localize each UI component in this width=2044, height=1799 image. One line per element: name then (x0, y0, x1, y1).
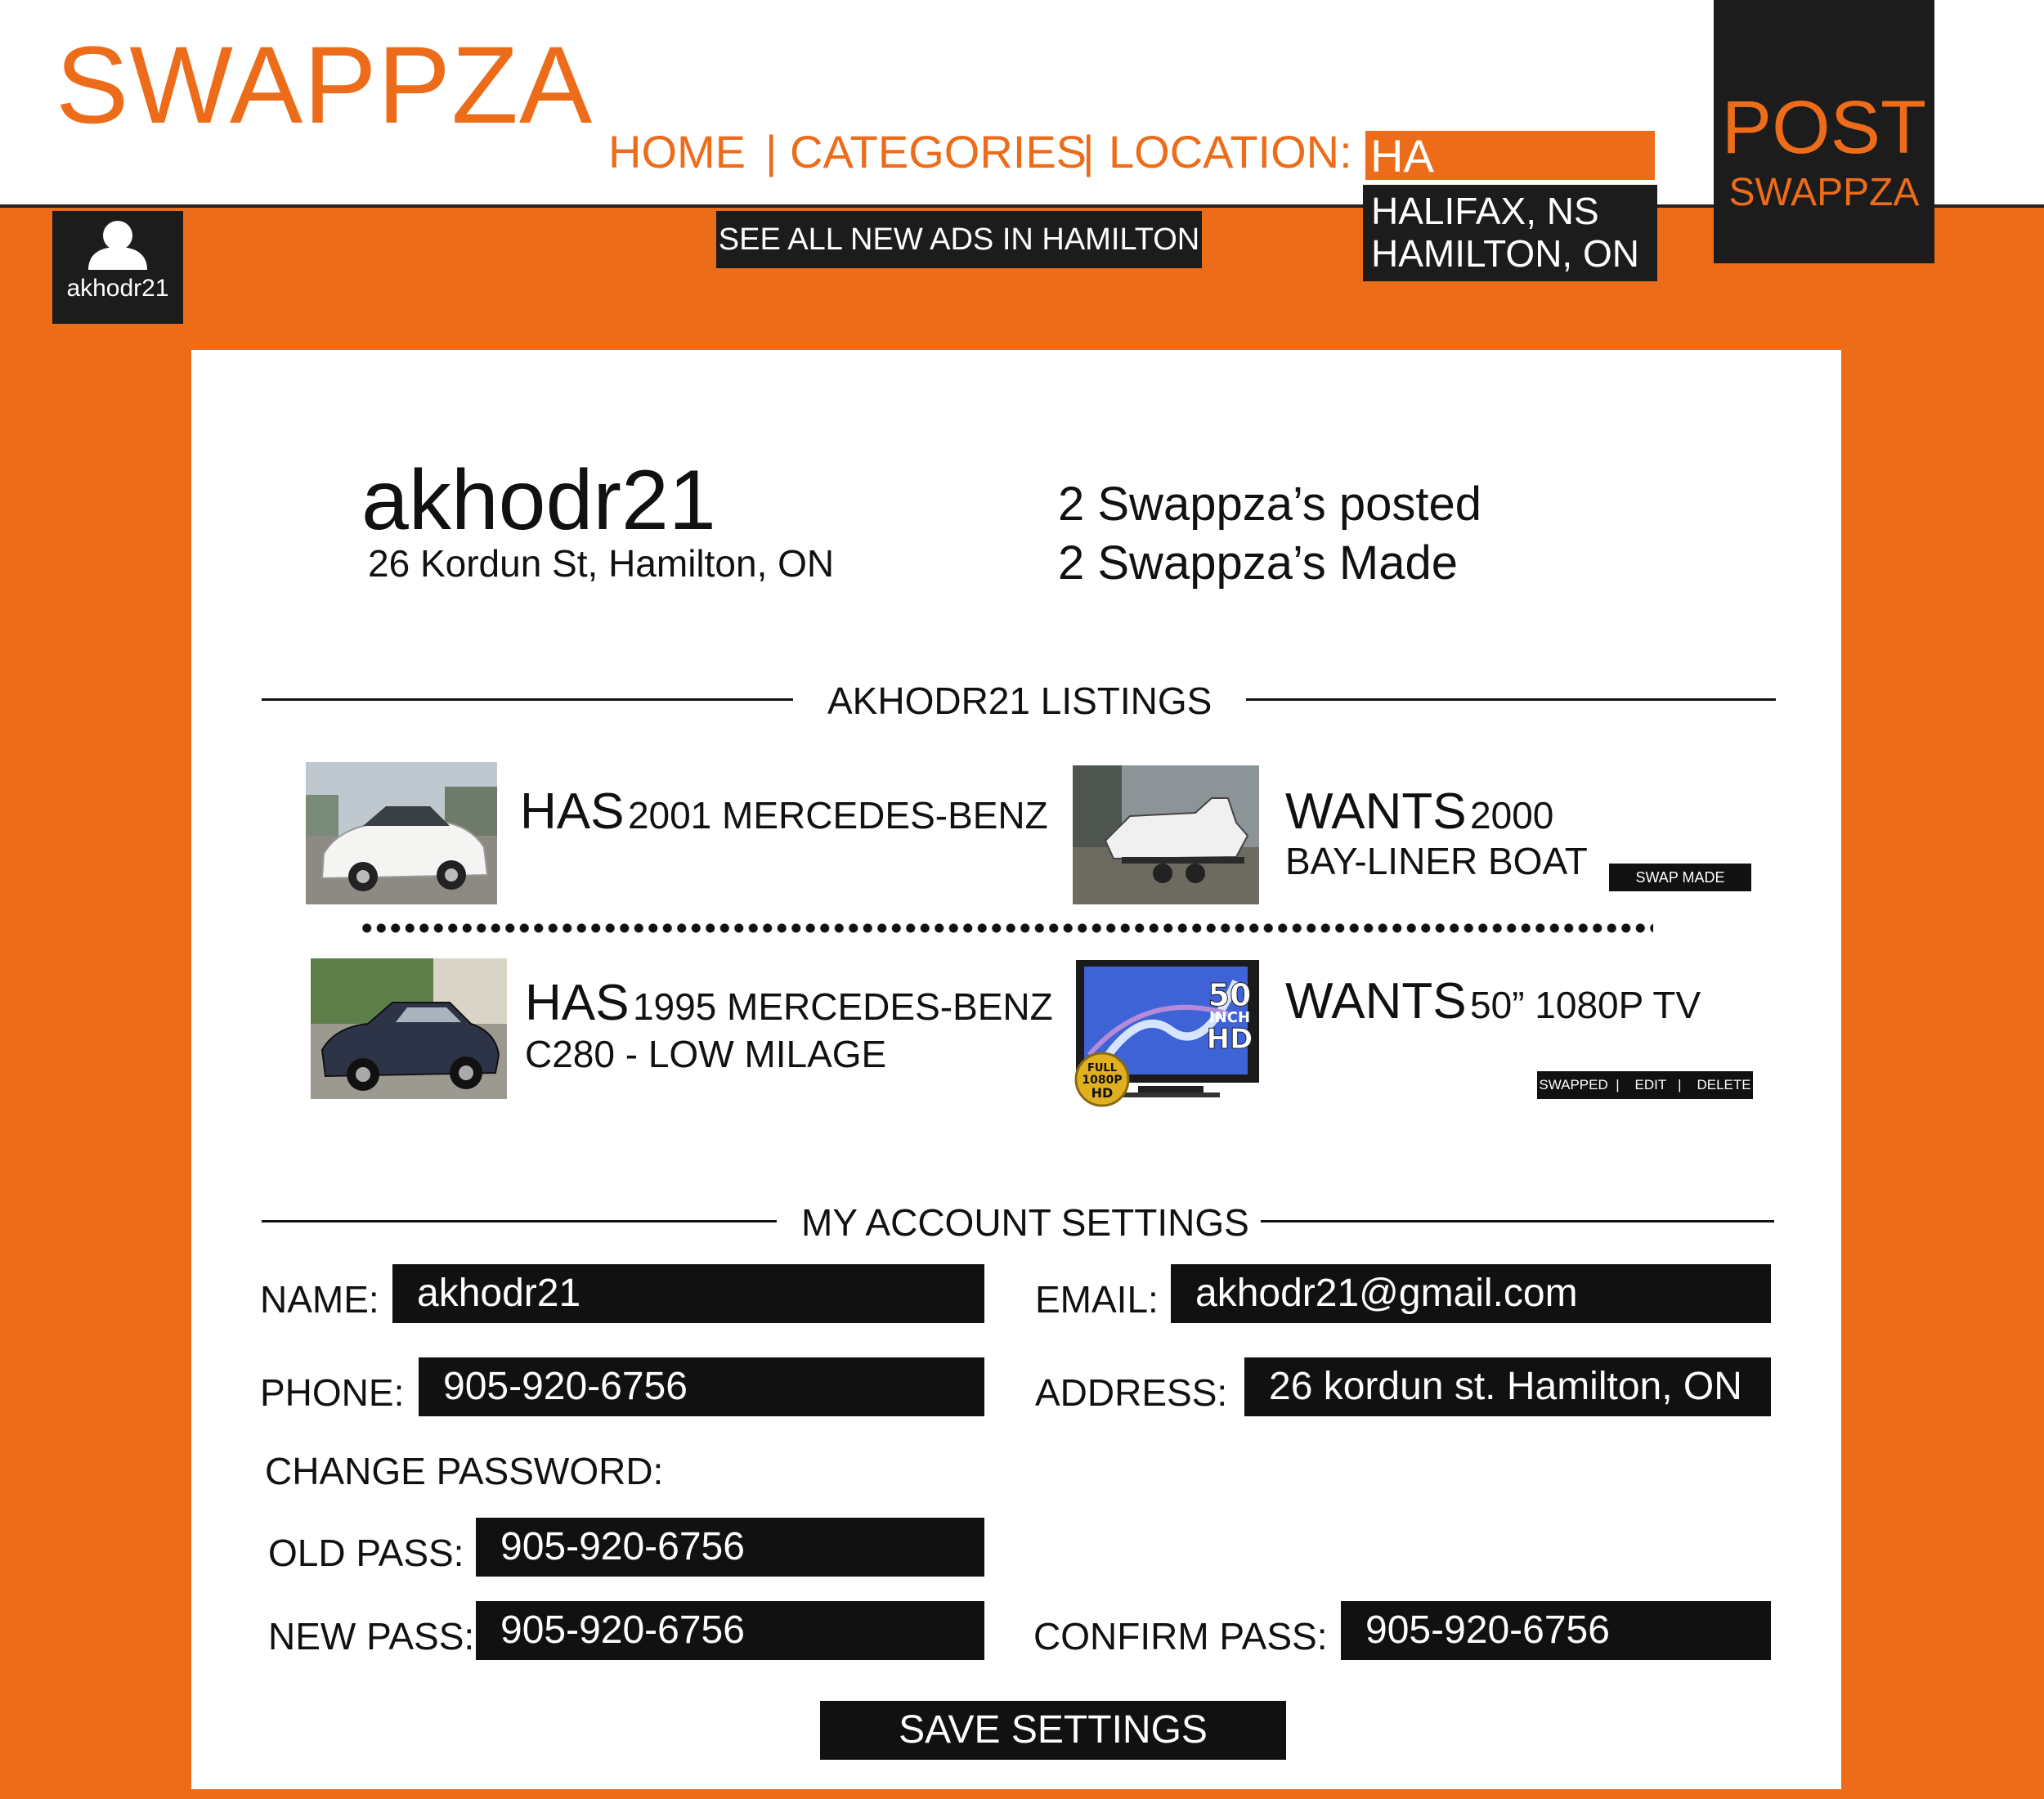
name-field[interactable]: akhodr21 (392, 1264, 984, 1323)
listing-1-has-title: 2001 MERCEDES-BENZ (627, 794, 1048, 837)
swap-made-badge: SWAP MADE (1609, 864, 1751, 891)
old-password-field[interactable]: 905-920-6756 (476, 1518, 984, 1577)
settings-title: MY ACCOUNT SETTINGS (801, 1201, 1249, 1244)
listing-2-wants-title: 50” 1080P TV (1470, 984, 1701, 1026)
listing-2-has-title-line2: C280 - LOW MILAGE (525, 1033, 887, 1075)
listing-1-wants-photo[interactable] (1073, 765, 1259, 904)
wants-label: WANTS (1285, 973, 1467, 1030)
action-separator: | (1670, 1077, 1693, 1092)
phone-field[interactable]: 905-920-6756 (419, 1357, 984, 1416)
tv-photo-icon: 50 INCH HD FULL 1080P HD (1073, 957, 1264, 1107)
address-label: ADDRESS: (1035, 1371, 1228, 1414)
listing-1-wants: WANTS 2000 (1285, 787, 1553, 837)
listing-2-has: HAS 1995 MERCEDES-BENZ (525, 978, 1053, 1029)
location-option-hamilton[interactable]: HAMILTON, ON (1371, 232, 1649, 275)
tv-badge-50: 50 (1208, 977, 1252, 1013)
delete-action[interactable]: DELETE (1697, 1077, 1750, 1092)
action-separator: | (1611, 1077, 1631, 1092)
tv-badge-hd: HD (1207, 1023, 1253, 1056)
listing-2-has-photo[interactable] (311, 958, 507, 1099)
post-button-sublabel: SWAPPZA (1728, 171, 1920, 214)
swapped-action[interactable]: SWAPPED (1539, 1077, 1607, 1092)
listing-1-has-photo[interactable] (306, 762, 497, 904)
has-label: HAS (520, 783, 625, 840)
car-photo-icon (311, 958, 507, 1099)
nav-separator: | (765, 126, 778, 177)
location-input[interactable]: HA (1363, 128, 1657, 182)
swappzas-made-count: 2 Swappza’s Made (1058, 536, 1459, 590)
listing-separator (360, 922, 1653, 934)
confirm-password-label: CONFIRM PASS: (1033, 1615, 1328, 1658)
see-all-ads-button[interactable]: SEE ALL NEW ADS IN HAMILTON (716, 211, 1202, 268)
site-logo[interactable]: SWAPPZA (56, 31, 593, 141)
new-password-field[interactable]: 905-920-6756 (476, 1601, 984, 1660)
wants-label: WANTS (1285, 783, 1467, 840)
car-photo-icon (306, 762, 497, 904)
nav-categories[interactable]: CATEGORIES (790, 129, 1087, 175)
address-field[interactable]: 26 kordun st. Hamilton, ON (1244, 1357, 1771, 1416)
divider (262, 1220, 777, 1223)
nav-location-label: LOCATION: (1109, 126, 1352, 177)
nav-home[interactable]: HOME (608, 129, 746, 175)
name-label: NAME: (260, 1278, 379, 1321)
confirm-password-field[interactable]: 905-920-6756 (1341, 1601, 1771, 1660)
location-dropdown[interactable]: HALIFAX, NS HAMILTON, ON (1363, 185, 1657, 281)
user-menu[interactable]: akhodr21 (52, 211, 183, 324)
location-option-halifax[interactable]: HALIFAX, NS (1371, 190, 1649, 232)
post-button-label: POST (1721, 86, 1927, 169)
tv-seal-hd: HD (1091, 1085, 1114, 1101)
divider (1261, 1220, 1774, 1223)
user-avatar-icon (88, 221, 147, 270)
listing-2-wants-photo[interactable]: 50 INCH HD FULL 1080P HD (1073, 957, 1264, 1107)
listing-1-has: HAS 2001 MERCEDES-BENZ (520, 787, 1048, 837)
divider (262, 698, 793, 701)
profile-address: 26 Kordun St, Hamilton, ON (368, 542, 835, 585)
divider (1246, 698, 1776, 701)
phone-label: PHONE: (260, 1371, 405, 1414)
listings-title: AKHODR21 LISTINGS (827, 680, 1213, 722)
user-chip-name: akhodr21 (66, 275, 169, 302)
swappzas-posted-count: 2 Swappza’s posted (1058, 478, 1482, 531)
has-label: HAS (525, 975, 630, 1031)
new-password-label: NEW PASS: (268, 1615, 475, 1658)
email-label: EMAIL: (1035, 1278, 1159, 1321)
listing-1-wants-title-line2: BAY-LINER BOAT (1285, 840, 1588, 882)
profile-username: akhodr21 (361, 453, 716, 548)
post-swappza-button[interactable]: POST SWAPPZA (1714, 0, 1934, 263)
save-settings-button[interactable]: SAVE SETTINGS (820, 1701, 1286, 1760)
nav-separator: | (1083, 126, 1095, 177)
tv-seal-full: FULL (1087, 1062, 1117, 1074)
listing-2-wants: WANTS 50” 1080P TV (1285, 976, 1701, 1027)
listing-2-has-title: 1995 MERCEDES-BENZ (632, 985, 1053, 1028)
boat-photo-icon (1073, 765, 1259, 904)
email-field[interactable]: akhodr21@gmail.com (1171, 1264, 1771, 1323)
listing-2-actions: SWAPPED | EDIT | DELETE (1537, 1071, 1753, 1099)
old-password-label: OLD PASS: (268, 1532, 464, 1574)
listing-1-wants-title: 2000 (1470, 794, 1554, 837)
change-password-heading: CHANGE PASSWORD: (265, 1450, 664, 1492)
edit-action[interactable]: EDIT (1635, 1077, 1666, 1092)
